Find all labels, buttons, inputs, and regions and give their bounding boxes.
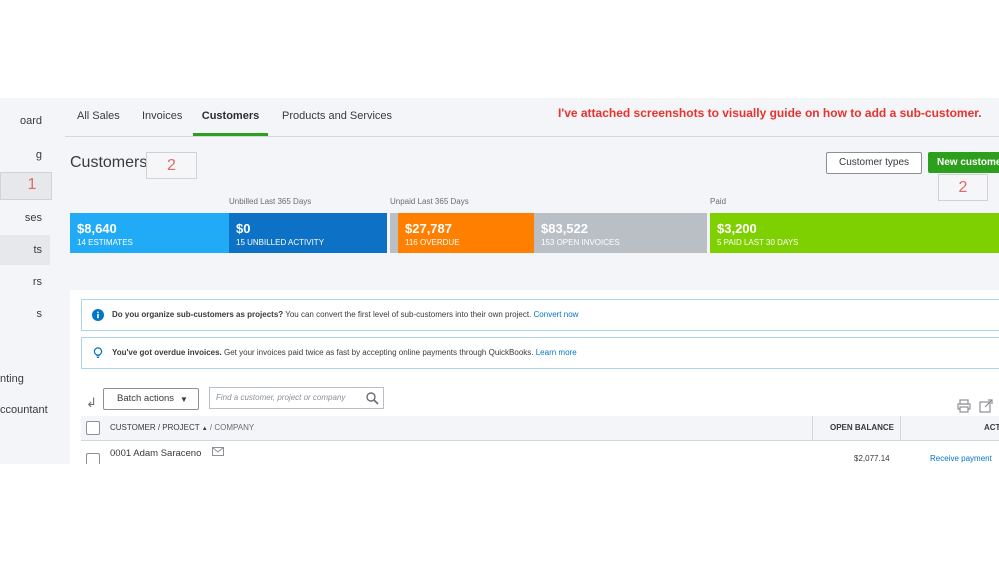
sidebar-item-label: rs (32, 276, 42, 288)
convert-now-link[interactable]: Convert now (534, 310, 579, 319)
customer-name-link[interactable]: 0001 Adam Saraceno (110, 448, 201, 459)
sidebar: oard g ses ts rs s nting ccountant (0, 98, 52, 464)
overdue-bar[interactable]: $27,787 116 OVERDUE (398, 213, 534, 253)
tab-all-sales[interactable]: All Sales (77, 110, 120, 136)
column-label: CUSTOMER / PROJECT (110, 423, 200, 432)
paid-label: Paid (710, 197, 727, 206)
annotation-step-marker: 2 (938, 174, 988, 201)
sidebar-item-projects[interactable]: ts (0, 235, 50, 265)
search-icon (366, 392, 379, 405)
tab-customers[interactable]: Customers (193, 110, 268, 136)
banner-text: You can convert the first level of sub-c… (283, 310, 534, 319)
unpaid-segment-spacer (390, 213, 398, 253)
tab-invoices[interactable]: Invoices (142, 110, 182, 136)
open-invoices-bar[interactable]: $83,522 153 OPEN INVOICES (534, 213, 707, 253)
search-placeholder: Find a customer, project or company (216, 393, 346, 402)
column-open-balance[interactable]: OPEN BALANCE (830, 416, 894, 440)
sidebar-item-workers[interactable]: rs (0, 267, 50, 297)
bar-label: 14 ESTIMATES (77, 238, 133, 247)
sort-ascending-icon: ▲ (201, 426, 208, 432)
caret-down-icon: ▼ (180, 395, 188, 404)
lightbulb-icon (93, 347, 103, 358)
page-title: Customers (70, 154, 148, 171)
quickbooks-screenshot: oard g ses ts rs s nting ccountant 1 All… (0, 98, 999, 464)
batch-actions-label: Batch actions (117, 393, 175, 404)
banner-bold-text: Do you organize sub-customers as project… (112, 310, 284, 319)
sort-icon[interactable]: ↲ (86, 395, 97, 411)
sidebar-item-label: oard (19, 115, 42, 127)
row-checkbox[interactable] (86, 453, 100, 464)
sidebar-item-label: ts (33, 244, 42, 256)
customer-list-panel: Do you organize sub-customers as project… (70, 290, 999, 464)
bar-label: 15 UNBILLED ACTIVITY (236, 238, 325, 247)
customer-types-button[interactable]: Customer types (826, 152, 922, 174)
tab-products-services[interactable]: Products and Services (282, 110, 392, 136)
estimates-bar[interactable]: $8,640 14 ESTIMATES (70, 213, 229, 253)
select-all-checkbox[interactable] (86, 421, 100, 435)
sidebar-item-expenses[interactable]: ses (0, 203, 50, 233)
bar-amount: $83,522 (541, 221, 588, 236)
table-header: CUSTOMER / PROJECT ▲ / COMPANY OPEN BALA… (81, 416, 999, 441)
bar-amount: $3,200 (717, 221, 757, 236)
column-action: ACTI (984, 423, 999, 432)
overdue-invoices-banner: You've got overdue invoices. Get your in… (81, 337, 999, 369)
sidebar-item-my-accountant[interactable]: ccountant (0, 395, 50, 425)
annotation-step-marker: 1 (27, 176, 37, 193)
new-customer-button[interactable]: New customer (928, 152, 999, 173)
bar-label: 116 OVERDUE (405, 238, 460, 247)
sidebar-item-label: ses (24, 212, 42, 224)
learn-more-link[interactable]: Learn more (536, 348, 577, 357)
sidebar-item-label: g (35, 149, 42, 161)
column-divider (812, 416, 813, 440)
unpaid-label: Unpaid Last 365 Days (390, 197, 469, 206)
banner-bold-text: You've got overdue invoices. (112, 348, 222, 357)
unbilled-label: Unbilled Last 365 Days (229, 197, 312, 206)
customer-search-input[interactable]: Find a customer, project or company (209, 387, 384, 409)
sidebar-item-reports[interactable]: s (0, 299, 50, 329)
receive-payment-link[interactable]: Receive payment (930, 454, 992, 463)
print-icon[interactable] (957, 399, 971, 413)
bar-amount: $0 (236, 221, 251, 236)
column-divider (900, 416, 901, 440)
batch-actions-button[interactable]: Batch actions ▼ (103, 388, 199, 410)
annotation-note: I've attached screenshots to visually gu… (558, 106, 982, 120)
column-company[interactable]: / COMPANY (210, 423, 254, 432)
sidebar-item-label: s (36, 308, 43, 320)
sidebar-item-label: nting (0, 373, 24, 385)
mail-icon[interactable] (212, 447, 224, 456)
banner-text: Get your invoices paid twice as fast by … (221, 348, 536, 357)
annotation-step-marker: 2 (146, 152, 197, 179)
export-icon[interactable] (979, 399, 993, 413)
sub-customers-banner: Do you organize sub-customers as project… (81, 299, 999, 331)
open-balance-value: $2,077.14 (854, 454, 890, 463)
bar-amount: $8,640 (77, 221, 117, 236)
bar-label: 5 PAID LAST 30 DAYS (717, 238, 799, 247)
info-icon (92, 309, 104, 321)
unbilled-activity-bar[interactable]: $0 15 UNBILLED ACTIVITY (229, 213, 387, 253)
sidebar-item-label: ccountant (0, 404, 48, 416)
bar-amount: $27,787 (405, 221, 452, 236)
column-customer-project[interactable]: CUSTOMER / PROJECT ▲ / COMPANY (110, 416, 254, 441)
sidebar-item-accounting[interactable]: nting (0, 364, 50, 394)
sidebar-item-banking[interactable]: g (0, 140, 50, 170)
sidebar-item-dashboard[interactable]: oard (0, 106, 50, 136)
bar-label: 153 OPEN INVOICES (541, 238, 620, 247)
paid-bar[interactable]: $3,200 5 PAID LAST 30 DAYS (710, 213, 999, 253)
